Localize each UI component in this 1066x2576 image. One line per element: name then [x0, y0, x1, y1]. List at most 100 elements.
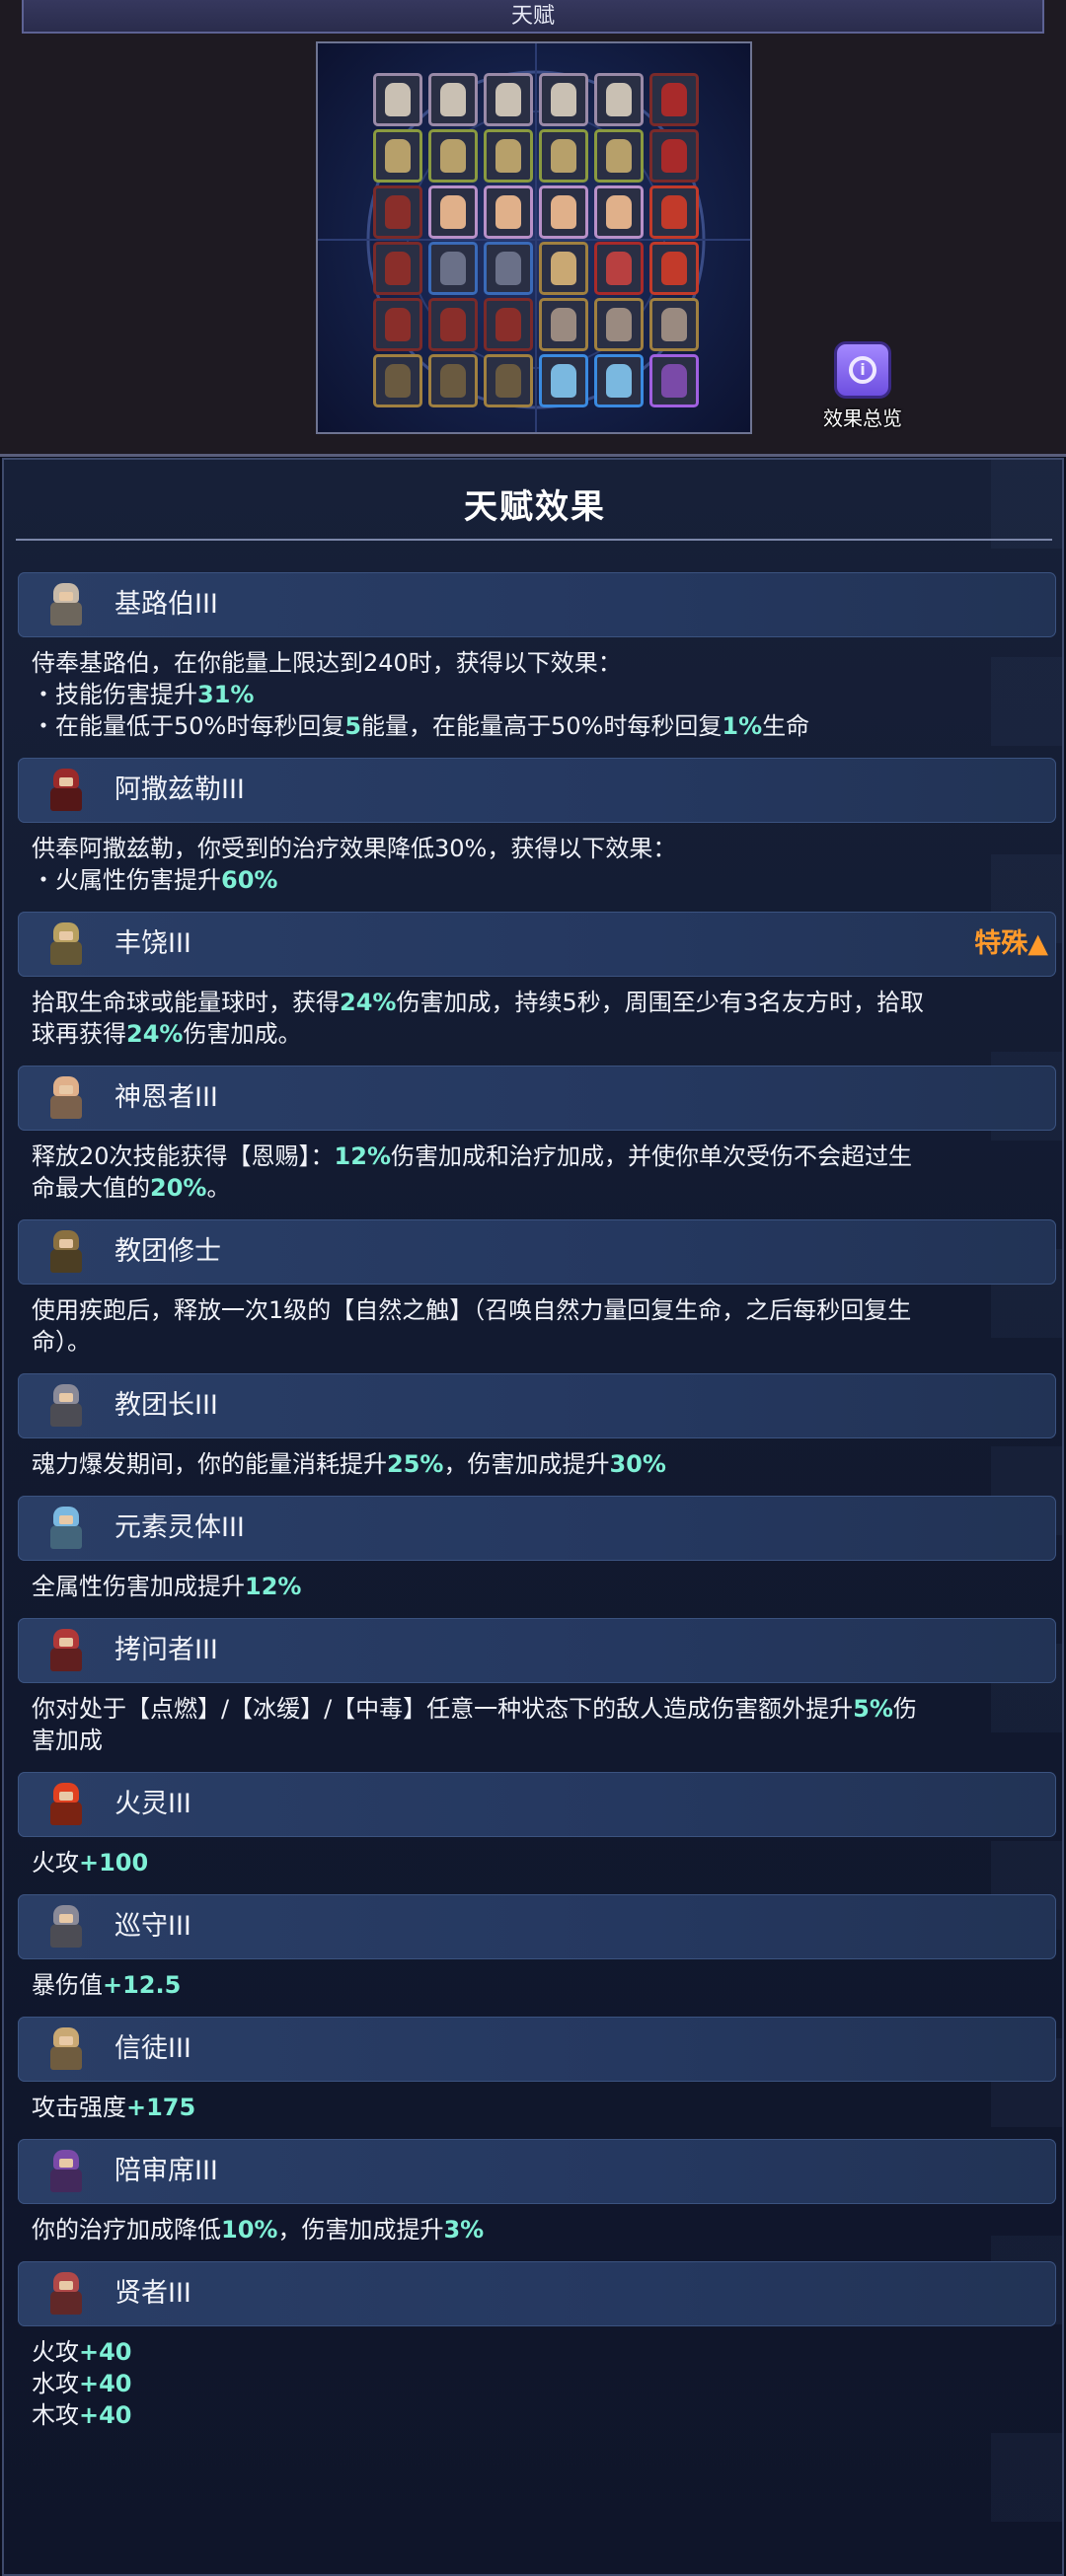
effect-header[interactable]: 教团长III — [18, 1373, 1056, 1438]
talent-cell[interactable] — [428, 73, 478, 126]
description-text: 木攻 — [32, 2401, 79, 2429]
talent-cell[interactable] — [594, 354, 644, 407]
effects-list[interactable]: 基路伯III 侍奉基路伯，在你能量上限达到240时，获得以下效果： ・技能伤害提升3… — [18, 572, 1056, 2447]
talent-grid[interactable] — [316, 41, 752, 434]
talent-icon — [551, 364, 576, 398]
description-text: 使用疾跑后，释放一次1级的【自然之触】（召唤自然力量回复生命，之后每秒回复生 — [32, 1296, 912, 1324]
description-line: 水攻+40 — [32, 2368, 1056, 2399]
talent-icon — [385, 252, 411, 285]
talent-cell[interactable] — [484, 354, 533, 407]
talent-cell[interactable] — [428, 354, 478, 407]
talent-icon — [606, 83, 632, 116]
talent-cell[interactable] — [484, 242, 533, 295]
talent-cell[interactable] — [539, 242, 588, 295]
effect-header[interactable]: 信徒III — [18, 2017, 1056, 2082]
effects-overview-button[interactable]: i 效果总览 — [813, 341, 912, 440]
description-text: 你的治疗加成降低 — [32, 2216, 221, 2244]
highlight-value: 24% — [126, 1020, 184, 1048]
effect-header[interactable]: 陪审席III — [18, 2139, 1056, 2204]
effect-entry: 教团长III 魂力爆发期间，你的能量消耗提升25%，伤害加成提升30% — [18, 1373, 1056, 1486]
talent-icon — [661, 308, 687, 341]
talent-cell[interactable] — [649, 242, 699, 295]
description-line: 释放20次技能获得【恩赐】：12%伤害加成和治疗加成，并使你单次受伤不会超过生 — [32, 1141, 1056, 1172]
talent-cell[interactable] — [484, 298, 533, 351]
special-tag[interactable]: 特殊▲ — [974, 912, 1048, 977]
description-text: 害加成 — [32, 1727, 103, 1754]
talent-cell[interactable] — [428, 129, 478, 183]
talent-cell[interactable] — [373, 298, 422, 351]
effect-header[interactable]: 火灵III — [18, 1772, 1056, 1837]
talent-cell[interactable] — [539, 185, 588, 239]
talent-cell[interactable] — [484, 185, 533, 239]
description-line: 拾取生命球或能量球时，获得24%伤害加成，持续5秒，周围至少有3名友方时，拾取 — [32, 987, 1056, 1018]
description-line: 攻击强度+175 — [32, 2092, 1056, 2123]
description-line: ・在能量低于50%时每秒回复5能量，在能量高于50%时每秒回复1%生命 — [32, 710, 1056, 742]
highlight-value: 60% — [221, 866, 278, 894]
talent-icon — [440, 252, 466, 285]
effect-name: 贤者III — [114, 2278, 191, 2309]
talent-icon — [606, 195, 632, 229]
effect-name: 拷问者III — [114, 1635, 218, 1665]
talent-cell[interactable] — [484, 73, 533, 126]
effect-name: 神恩者III — [114, 1082, 218, 1113]
talent-cell[interactable] — [594, 185, 644, 239]
effect-description: 供奉阿撒兹勒，你受到的治疗效果降低30%，获得以下效果： ・火属性伤害提升60% — [18, 823, 1056, 902]
talent-cell[interactable] — [539, 73, 588, 126]
talent-cell[interactable] — [594, 242, 644, 295]
effect-header[interactable]: 巡守III — [18, 1894, 1056, 1959]
effect-header[interactable]: 丰饶III 特殊▲ — [18, 912, 1056, 977]
description-line: 你对处于【点燃】/【冰缓】/【中毒】任意一种状态下的敌人造成伤害额外提升5%伤 — [32, 1693, 1056, 1725]
effect-name: 丰饶III — [114, 928, 191, 959]
talent-cell[interactable] — [428, 298, 478, 351]
effect-header[interactable]: 神恩者III — [18, 1066, 1056, 1131]
talent-cell[interactable] — [428, 185, 478, 239]
description-line: ・技能伤害提升31% — [32, 679, 1056, 710]
talent-cell[interactable] — [649, 298, 699, 351]
talent-cell[interactable] — [428, 242, 478, 295]
juror-icon — [47, 2150, 85, 2193]
talent-cell[interactable] — [539, 129, 588, 183]
description-line: 害加成 — [32, 1725, 1056, 1756]
effect-header[interactable]: 阿撒兹勒III — [18, 758, 1056, 823]
talent-cell[interactable] — [649, 129, 699, 183]
description-text: 暴伤值 — [32, 1971, 103, 1999]
talent-cell[interactable] — [539, 298, 588, 351]
overview-icon: i — [834, 341, 891, 399]
effect-description: 释放20次技能获得【恩赐】：12%伤害加成和治疗加成，并使你单次受伤不会超过生命… — [18, 1131, 1056, 1210]
talent-cell[interactable] — [539, 354, 588, 407]
talent-cell[interactable] — [649, 185, 699, 239]
talent-cells[interactable] — [373, 73, 699, 408]
effect-header[interactable]: 拷问者III — [18, 1618, 1056, 1683]
effect-description: 魂力爆发期间，你的能量消耗提升25%，伤害加成提升30% — [18, 1438, 1056, 1486]
talent-cell[interactable] — [373, 129, 422, 183]
description-text: 。 — [206, 1174, 231, 1202]
description-text: ，伤害加成提升 — [443, 1450, 610, 1478]
talent-cell[interactable] — [373, 185, 422, 239]
description-line: ・火属性伤害提升60% — [32, 864, 1056, 896]
talent-icon — [551, 252, 576, 285]
effect-header[interactable]: 教团修士 — [18, 1219, 1056, 1285]
divider — [0, 454, 1066, 457]
talent-cell[interactable] — [373, 73, 422, 126]
description-text: ・火属性伤害提升 — [32, 866, 221, 894]
description-text: 水攻 — [32, 2370, 79, 2397]
talent-cell[interactable] — [649, 73, 699, 126]
description-text: ・技能伤害提升 — [32, 681, 197, 708]
effect-header[interactable]: 元素灵体III — [18, 1496, 1056, 1561]
talent-cell[interactable] — [373, 354, 422, 407]
talent-cell[interactable] — [373, 242, 422, 295]
talent-icon — [661, 195, 687, 229]
talent-icon — [551, 83, 576, 116]
talent-cell[interactable] — [594, 73, 644, 126]
talent-cell[interactable] — [649, 354, 699, 407]
effect-header[interactable]: 贤者III — [18, 2261, 1056, 2326]
description-text: 火攻 — [32, 2338, 79, 2366]
effect-header[interactable]: 基路伯III — [18, 572, 1056, 637]
talent-cell[interactable] — [594, 298, 644, 351]
talent-effects-panel[interactable]: 天赋效果 基路伯III 侍奉基路伯，在你能量上限达到240时，获得以下效果： ・技能… — [2, 458, 1064, 2576]
description-text: 供奉阿撒兹勒，你受到的治疗效果降低30%，获得以下效果： — [32, 835, 677, 862]
talent-cell[interactable] — [484, 129, 533, 183]
talent-cell[interactable] — [594, 129, 644, 183]
talent-icon — [495, 252, 521, 285]
talent-icon — [661, 252, 687, 285]
